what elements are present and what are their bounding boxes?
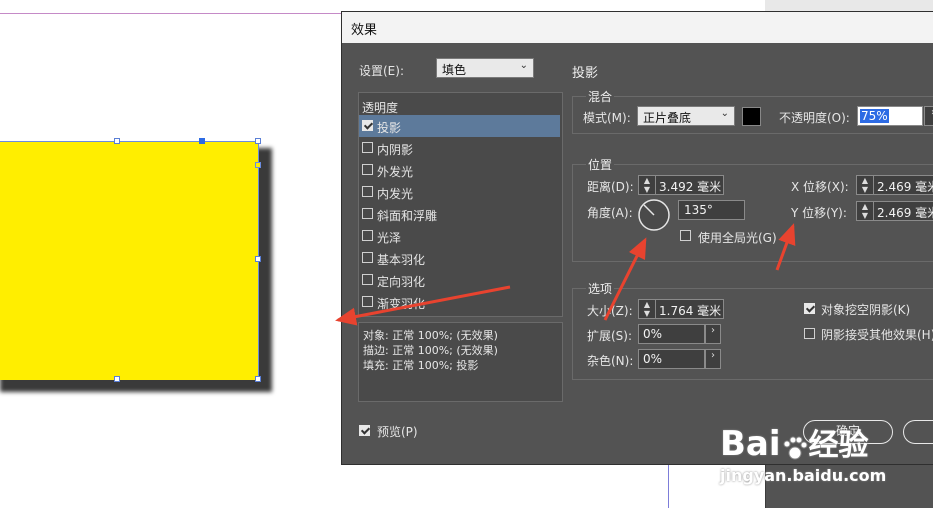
- arrow-to-canvas: [335, 285, 511, 326]
- paw-icon: [781, 432, 809, 460]
- watermark-brand: Bai 经验: [720, 420, 869, 464]
- baidu-watermark: Bai 经验 jingyan.baidu.com: [720, 412, 930, 502]
- arrow-to-angle-dial: [603, 237, 647, 321]
- watermark-brand-suffix: 经验: [808, 428, 869, 463]
- watermark-url: jingyan.baidu.com: [720, 466, 887, 485]
- watermark-brand-text: Bai: [720, 424, 781, 464]
- arrow-to-y-offset: [775, 223, 796, 271]
